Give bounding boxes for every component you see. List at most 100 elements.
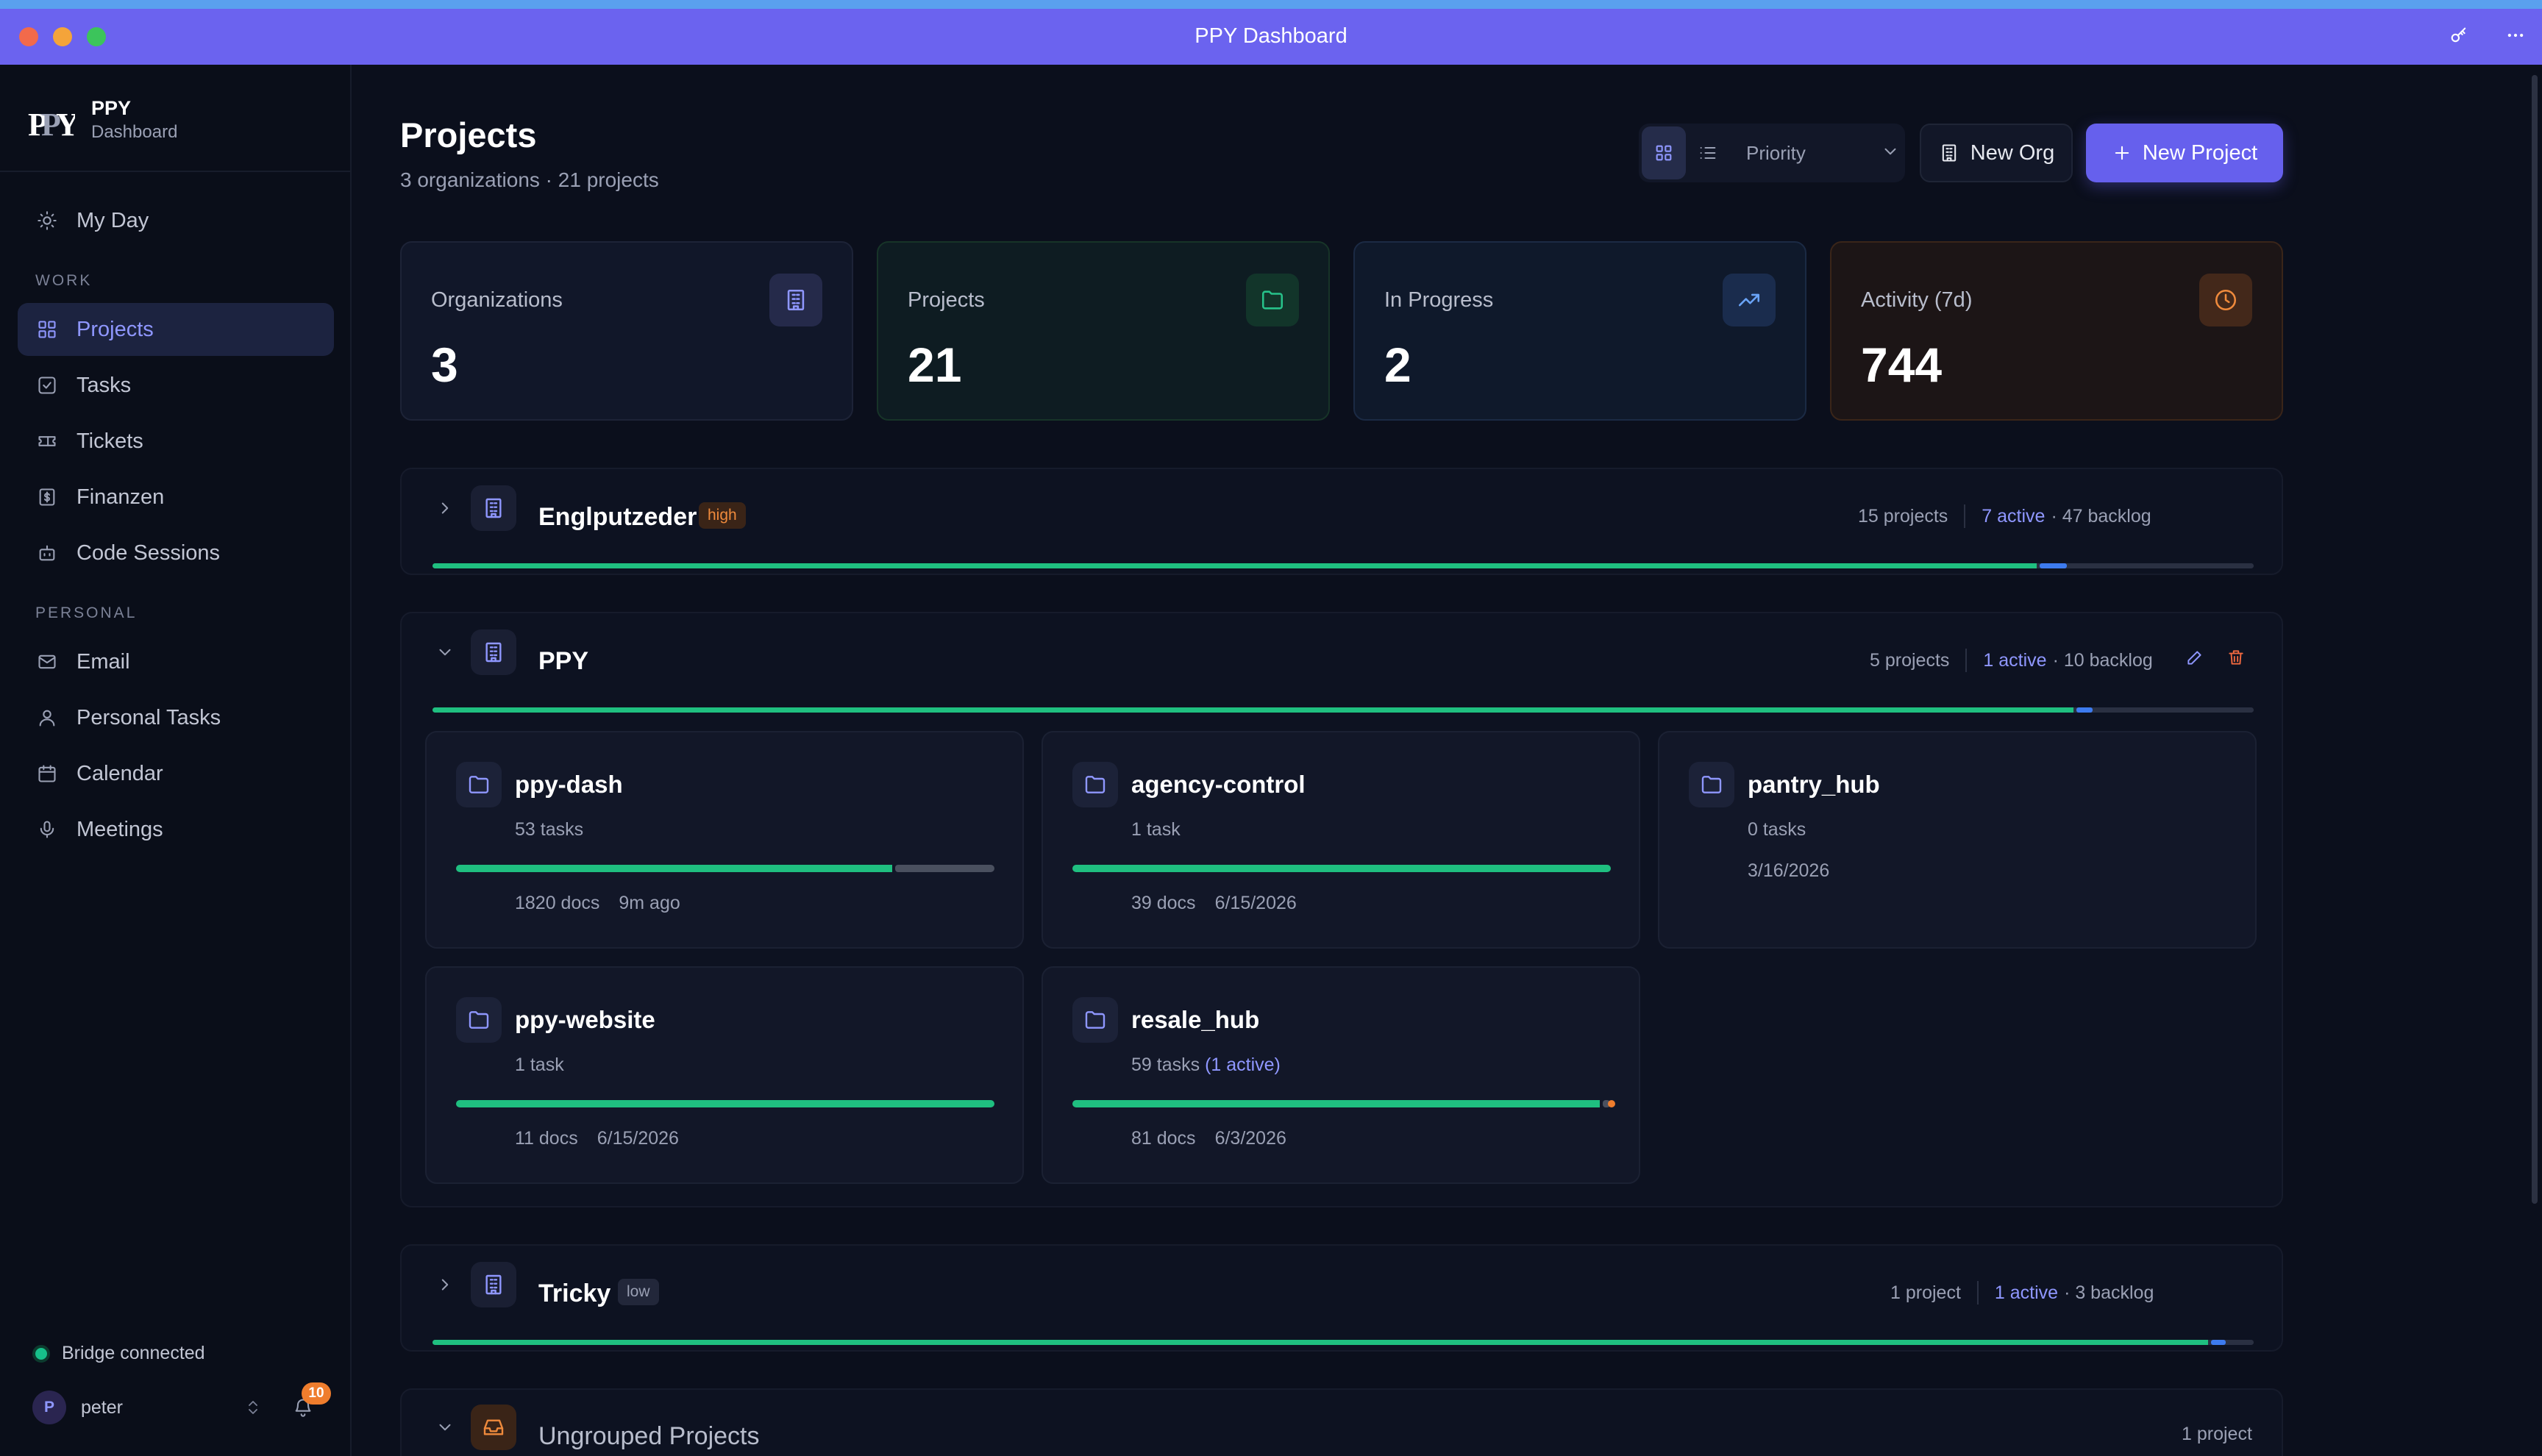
user-name: peter bbox=[81, 1396, 123, 1418]
building-icon bbox=[1938, 142, 1960, 164]
page-subtitle: 3 organizations · 21 projects bbox=[400, 168, 659, 191]
sun-icon bbox=[35, 209, 59, 232]
mail-icon bbox=[35, 650, 59, 674]
chevron-down-icon bbox=[1880, 141, 1901, 162]
svg-text:Y: Y bbox=[56, 107, 75, 143]
project-footer: 39 docs 6/15/2026 bbox=[1131, 893, 1297, 914]
project-footer: 11 docs 6/15/2026 bbox=[515, 1128, 679, 1149]
sidebar-item-finanzen[interactable]: Finanzen bbox=[18, 471, 334, 524]
stat-value: 3 bbox=[431, 338, 458, 392]
project-card-agency-control[interactable]: agency-control 1 task 39 docs 6/15/2026 bbox=[1042, 731, 1640, 949]
scrollbar[interactable] bbox=[2527, 65, 2542, 1456]
project-footer: 3/16/2026 bbox=[1748, 860, 1829, 882]
priority-badge: low bbox=[618, 1279, 659, 1305]
sidebar-item-calendar[interactable]: Calendar bbox=[18, 747, 334, 800]
brand-subtitle: Dashboard bbox=[91, 122, 178, 142]
chevron-down-icon[interactable] bbox=[434, 1416, 456, 1438]
org-active-count: 7 active bbox=[1982, 505, 2046, 527]
progress-backlog-segment bbox=[2228, 1340, 2254, 1345]
project-progress-bar bbox=[456, 1100, 994, 1107]
sidebar-item-meetings[interactable]: Meetings bbox=[18, 803, 334, 856]
stat-label: Activity (7d) bbox=[1861, 288, 1973, 312]
project-progress-bar bbox=[1072, 865, 1611, 872]
project-docs: 39 docs bbox=[1131, 893, 1196, 913]
stat-card-projects: Projects 21 bbox=[877, 241, 1330, 421]
project-card-ppy-dash[interactable]: ppy-dash 53 tasks 1820 docs 9m ago bbox=[425, 731, 1024, 949]
bridge-status-label: Bridge connected bbox=[62, 1343, 205, 1363]
trending-up-icon bbox=[1723, 274, 1776, 326]
progress-done-segment bbox=[456, 1100, 994, 1107]
project-name: ppy-dash bbox=[515, 771, 623, 798]
chevron-right-icon[interactable] bbox=[434, 497, 456, 519]
edit-icon[interactable] bbox=[2183, 646, 2207, 669]
progress-done-segment bbox=[1072, 1100, 1601, 1107]
folder-icon bbox=[456, 997, 502, 1043]
sidebar-item-label: Code Sessions bbox=[76, 540, 221, 565]
divider bbox=[0, 171, 352, 172]
folder-icon bbox=[1689, 762, 1734, 807]
new-project-button[interactable]: New Project bbox=[2086, 124, 2283, 182]
sidebar-item-label: Personal Tasks bbox=[76, 705, 221, 729]
chevrons-up-down-icon[interactable] bbox=[243, 1396, 263, 1418]
trash-icon[interactable] bbox=[2224, 646, 2248, 669]
progress-done-segment bbox=[432, 707, 2073, 713]
window-top-strip bbox=[0, 0, 2542, 9]
sidebar-item-label: Finanzen bbox=[76, 485, 165, 509]
activity-dot bbox=[1608, 1100, 1615, 1107]
org-active-count: 1 active bbox=[1994, 1282, 2059, 1303]
sidebar-item-label: Tasks bbox=[76, 373, 132, 397]
user-menu[interactable]: P peter 10 bbox=[32, 1382, 331, 1428]
key-icon[interactable] bbox=[2448, 24, 2470, 46]
building-icon bbox=[769, 274, 822, 326]
sidebar-item-code-sessions[interactable]: Code Sessions bbox=[18, 527, 334, 579]
sidebar-item-personal-tasks[interactable]: Personal Tasks bbox=[18, 691, 334, 744]
org-name[interactable]: PPY bbox=[538, 647, 588, 676]
progress-done-segment bbox=[456, 865, 892, 872]
org-section-tricky: Tricky low 1 project 1 active · 3 backlo… bbox=[400, 1244, 2283, 1352]
org-meta: 1 project 1 active · 3 backlog bbox=[1890, 1281, 2154, 1305]
progress-active-segment bbox=[2211, 1340, 2226, 1345]
org-meta: 5 projects 1 active · 10 backlog bbox=[1870, 649, 2153, 672]
ppy-logo: P P Y bbox=[28, 101, 79, 146]
org-name[interactable]: Ungrouped Projects bbox=[538, 1422, 760, 1451]
scrollbar-thumb[interactable] bbox=[2532, 75, 2538, 1204]
section-label-personal: PERSONAL bbox=[35, 604, 138, 621]
stat-value: 744 bbox=[1861, 338, 1943, 392]
stat-label: Projects bbox=[908, 288, 985, 312]
user-icon bbox=[35, 706, 59, 729]
folder-icon bbox=[1072, 762, 1118, 807]
stat-label: Organizations bbox=[431, 288, 563, 312]
org-progress-bar bbox=[432, 1340, 2254, 1345]
org-name[interactable]: Tricky bbox=[538, 1280, 610, 1308]
progress-done-segment bbox=[432, 1340, 2209, 1345]
chevron-right-icon[interactable] bbox=[434, 1274, 456, 1296]
folder-icon bbox=[456, 762, 502, 807]
org-project-count: 1 project bbox=[1890, 1282, 1961, 1303]
progress-done-segment bbox=[1072, 865, 1611, 872]
new-org-button[interactable]: New Org bbox=[1920, 124, 2073, 182]
sort-select[interactable]: Priority bbox=[1733, 126, 1902, 179]
building-icon bbox=[471, 485, 516, 531]
folder-icon bbox=[1246, 274, 1299, 326]
priority-badge: high bbox=[699, 502, 746, 529]
sidebar-item-my-day[interactable]: My Day bbox=[18, 194, 334, 247]
project-card-resale-hub[interactable]: resale_hub 59 tasks (1 active) 81 docs 6/… bbox=[1042, 966, 1640, 1184]
notification-badge: 10 bbox=[302, 1382, 331, 1405]
stat-label: In Progress bbox=[1384, 288, 1494, 312]
project-card-pantry-hub[interactable]: pantry_hub 0 tasks 3/16/2026 bbox=[1658, 731, 2257, 949]
project-card-ppy-website[interactable]: ppy-website 1 task 11 docs 6/15/2026 bbox=[425, 966, 1024, 1184]
chevron-down-icon[interactable] bbox=[434, 641, 456, 663]
microphone-icon bbox=[35, 818, 59, 841]
sidebar-item-tasks[interactable]: Tasks bbox=[18, 359, 334, 412]
sidebar-item-tickets[interactable]: Tickets bbox=[18, 415, 334, 468]
more-icon[interactable] bbox=[2504, 24, 2527, 46]
sidebar-item-email[interactable]: Email bbox=[18, 635, 334, 688]
org-meta: 15 projects 7 active · 47 backlog bbox=[1858, 504, 2151, 528]
list-view-button[interactable] bbox=[1686, 126, 1730, 179]
grid-view-button[interactable] bbox=[1642, 126, 1686, 179]
project-task-count: 1 task bbox=[1131, 819, 1181, 840]
new-org-label: New Org bbox=[1970, 140, 2055, 165]
sidebar-item-projects[interactable]: Projects bbox=[18, 303, 334, 356]
org-name[interactable]: Englputzeder bbox=[538, 503, 697, 532]
org-progress-bar bbox=[432, 563, 2254, 568]
